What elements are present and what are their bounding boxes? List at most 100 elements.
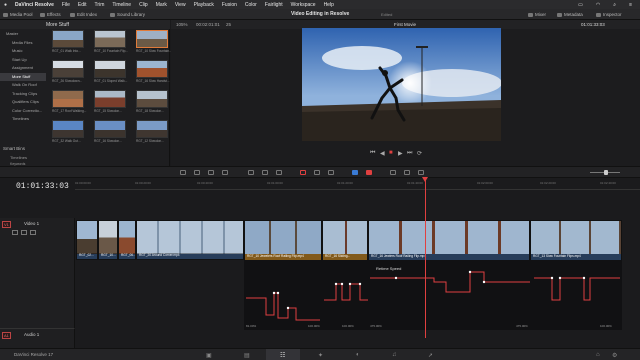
curve-percent-label: 475.00% [516,324,528,328]
bin-tracking-clips[interactable]: Tracking Clips [0,90,46,99]
clip-thumbnail-selected[interactable] [136,30,168,48]
app-menu[interactable]: DaVinci Resolve [11,2,58,8]
bin-master[interactable]: Master [0,30,46,39]
media-pool-button[interactable]: Media Pool [3,11,33,18]
zoom-full-icon[interactable] [390,170,396,175]
search-icon[interactable]: ⌕ [609,2,620,8]
settings-icon[interactable]: ⚙ [612,352,617,359]
viewer-panel: 105% 00:02:01:01 25 First Movie 01:01:33… [171,20,640,166]
trim-tool-icon[interactable] [194,170,200,175]
track-v1-tag[interactable]: V1 [2,221,11,228]
linked-selection-icon[interactable] [314,170,320,175]
loop-icon[interactable]: ⟳ [417,150,422,157]
menu-timeline[interactable]: Timeline [108,2,135,8]
media-page-icon[interactable]: ▣ [206,352,212,359]
go-to-end-icon[interactable]: ⏭ [407,150,412,157]
menu-help[interactable]: Help [320,2,338,8]
audio-track-header: A1 Audio 1 [0,328,75,348]
zoom-slider-handle[interactable] [604,170,608,175]
menu-fairlight[interactable]: Fairlight [261,2,287,8]
fusion-page-icon[interactable]: ✦ [318,352,323,359]
menu-edit[interactable]: Edit [74,2,91,8]
zoom-detail-icon[interactable] [404,170,410,175]
menu-trim[interactable]: Trim [91,2,109,8]
play-reverse-icon[interactable]: ◀ [380,150,385,157]
menu-file[interactable]: File [58,2,74,8]
clip-thumbnail[interactable] [94,30,126,48]
fairlight-page-icon[interactable]: ♫ [392,352,397,358]
deliver-page-icon[interactable]: ➚ [428,352,433,359]
clip-thumbnail[interactable] [136,120,168,138]
mixer-button[interactable]: Mixer [528,11,546,18]
apple-icon[interactable]: ● [0,2,11,8]
timeline-clip[interactable]: RGT_06... [118,220,136,260]
effects-button[interactable]: Effects [40,11,61,18]
play-icon[interactable]: ▶ [398,150,403,157]
bin-qualifiers-clips[interactable]: Qualifiers Clips [0,98,46,107]
clip-thumbnail[interactable] [52,60,84,78]
timeline-ruler[interactable]: 01:00:00:00 01:00:20:00 01:00:40:00 01:0… [75,180,640,190]
overwrite-clip-icon[interactable] [262,170,268,175]
blade-tool-icon[interactable] [222,170,228,175]
replace-clip-icon[interactable] [276,170,282,175]
selection-tool-icon[interactable] [180,170,186,175]
retime-curve-editor[interactable]: Retime Speed 81.00% 100.00% 100.00% 475.… [244,260,622,330]
bin-walk-on-roof[interactable]: Walk On Roof [0,81,46,90]
timeline-clip[interactable]: RGT_10... [98,220,118,260]
bin-music[interactable]: Music [0,47,46,56]
bin-media-files[interactable]: Media Files [0,39,46,48]
menu-clip[interactable]: Clip [135,2,152,8]
bin-assignment[interactable]: Assignment [0,64,46,73]
edit-page-icon[interactable]: ☷ [280,352,285,359]
sound-library-button[interactable]: Sound Library [110,11,145,18]
clip-thumbnail[interactable] [52,120,84,138]
track-lock-icon[interactable] [12,230,18,235]
menu-playback[interactable]: Playback [190,2,218,8]
menu-workspace[interactable]: Workspace [287,2,320,8]
go-to-start-icon[interactable]: ⏮ [370,150,375,157]
clip-thumbnail[interactable] [94,60,126,78]
battery-icon[interactable]: ▭ [574,2,587,8]
retime-curve[interactable] [244,260,622,330]
track-autoselect-icon[interactable] [21,230,27,235]
track-visibility-icon[interactable] [30,230,36,235]
playhead[interactable] [425,178,426,338]
effects-icon [40,12,45,17]
clip-thumbnail[interactable] [94,120,126,138]
menu-fusion[interactable]: Fusion [218,2,241,8]
menu-mark[interactable]: Mark [152,2,171,8]
project-manager-icon[interactable]: ⌂ [596,352,600,358]
bin-color-correction[interactable]: Color Correctio... [0,107,46,116]
menu-view[interactable]: View [171,2,190,8]
clip-thumbnail[interactable] [52,90,84,108]
dynamic-trim-icon[interactable] [208,170,214,175]
timeline-clip[interactable]: RGT_20 Around Corner.mp4 [136,220,244,260]
timeline-clip[interactable]: RGT_02... [76,220,98,260]
smart-bin-timelines[interactable]: Timelines [10,155,27,160]
video-frame[interactable] [302,28,501,141]
inspector-button[interactable]: Inspector [596,11,622,18]
edit-index-button[interactable]: Edit Index [70,11,97,18]
insert-clip-icon[interactable] [248,170,254,175]
cut-page-icon[interactable]: ▤ [244,352,250,359]
marker-icon[interactable] [366,170,372,175]
clip-thumbnail[interactable] [52,30,84,48]
stop-icon[interactable]: ■ [389,150,393,156]
position-lock-icon[interactable] [328,170,334,175]
wifi-icon[interactable]: ◠ [592,2,604,8]
track-a1-tag[interactable]: A1 [2,332,11,339]
menu-color[interactable]: Color [241,2,261,8]
control-center-icon[interactable]: ≡ [625,2,636,8]
clip-thumbnail[interactable] [136,60,168,78]
bin-more-stuff[interactable]: More Stuff [0,72,46,81]
zoom-custom-icon[interactable] [418,170,424,175]
metadata-button[interactable]: Metadata [557,11,583,18]
color-page-icon[interactable]: ◐ [356,352,360,358]
flag-icon[interactable] [352,170,358,175]
bin-start-up[interactable]: Start Up [0,56,46,65]
clip-thumbnail[interactable] [136,90,168,108]
bin-timelines[interactable]: Timelines [0,115,46,124]
snapping-icon[interactable] [300,170,306,175]
zoom-level[interactable]: 105% [176,22,188,27]
clip-thumbnail[interactable] [94,90,126,108]
